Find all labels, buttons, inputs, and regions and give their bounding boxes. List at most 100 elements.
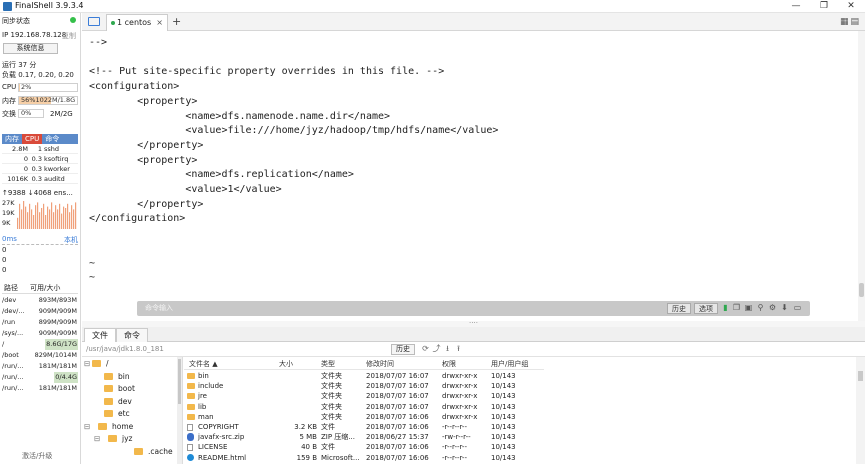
process-row[interactable]: 0 0.3 ksoftirq xyxy=(2,154,78,164)
tab-cpu[interactable]: CPU xyxy=(22,134,43,144)
folder-icon xyxy=(104,410,113,417)
tree-expander-icon[interactable]: ⊟ xyxy=(84,359,92,369)
disk-row[interactable]: /run/... 181M/181M xyxy=(2,361,78,372)
tree-node[interactable]: dev xyxy=(94,397,132,407)
process-mem: 1016K xyxy=(7,175,28,183)
close-tab-icon[interactable]: × xyxy=(156,15,163,31)
folder-open-icon[interactable] xyxy=(88,17,100,26)
disk-row[interactable]: /dev/... 909M/909M xyxy=(2,306,78,317)
disk-row[interactable]: /run/... 181M/181M xyxy=(2,383,78,394)
copy-ip-link[interactable]: 复制 xyxy=(62,31,76,41)
file-row[interactable]: jre 文件夹 2018/07/07 16:07 drwxr-xr-x 10/143 xyxy=(184,391,544,401)
tree-expander-icon[interactable]: ⊟ xyxy=(84,422,92,432)
command-input-bar[interactable]: 命令输入 历史 选项 ▮ ❐ ▣ ⚲ ⚙ ⬇ ▭ xyxy=(137,301,810,316)
file-owner: 10/143 xyxy=(491,453,516,462)
history-button[interactable]: 历史 xyxy=(667,303,691,314)
tab-files[interactable]: 文件 xyxy=(84,328,116,342)
file-row[interactable]: LICENSE 40 B 文件 2018/07/07 16:06 -r--r--r-- 1… xyxy=(184,442,544,452)
terminal-scrollbar[interactable] xyxy=(858,31,865,321)
net-bar xyxy=(63,206,65,229)
path-input[interactable]: /usr/java/jdk1.8.0_181 xyxy=(86,345,164,353)
options-button[interactable]: 选项 xyxy=(694,303,718,314)
tree-node[interactable]: bin xyxy=(94,372,130,382)
col-type[interactable]: 类型 xyxy=(321,359,335,370)
disk-row[interactable]: /run 899M/909M xyxy=(2,317,78,328)
terminal-line: <name>dfs.namenode.name.dir</name> xyxy=(89,110,391,122)
col-owner[interactable]: 用户/用户组 xyxy=(491,359,528,370)
col-modified[interactable]: 修改时间 xyxy=(366,359,394,370)
minimize-button[interactable]: — xyxy=(782,0,810,13)
scroll-thumb[interactable] xyxy=(858,371,863,381)
tree-node[interactable]: boot xyxy=(94,384,135,394)
refresh-icon[interactable]: ⟳ xyxy=(421,344,430,354)
file-row[interactable]: bin 文件夹 2018/07/07 16:07 drwxr-xr-x 10/143 xyxy=(184,371,544,381)
tree-node[interactable]: ⊟ / xyxy=(84,359,109,369)
file-list-scrollbar[interactable] xyxy=(856,357,865,464)
new-tab-button[interactable]: + xyxy=(172,15,181,28)
folder-icon xyxy=(98,422,107,430)
folder-icon xyxy=(108,435,117,442)
disk-size: 0/4.4G xyxy=(54,372,78,383)
download-icon[interactable]: ⬇ xyxy=(780,303,789,313)
disk-row[interactable]: / 8.6G/17G xyxy=(2,339,78,350)
scroll-thumb[interactable] xyxy=(178,359,181,404)
net-bar xyxy=(59,203,61,229)
process-row[interactable]: 2.8M 1 sshd xyxy=(2,144,78,154)
file-row[interactable]: javafx-src.zip 5 MB ZIP 压缩... 2018/06/27 15… xyxy=(184,432,544,442)
file-modified: 2018/06/27 15:37 xyxy=(366,433,429,442)
net-bar xyxy=(65,208,67,229)
col-permissions[interactable]: 权限 xyxy=(442,359,456,370)
tab-command[interactable]: 命令 xyxy=(42,134,62,144)
up-dir-icon[interactable]: ⤴ xyxy=(432,344,441,354)
net-bar xyxy=(41,208,43,229)
net-bar xyxy=(33,215,35,229)
restore-button[interactable]: ❐ xyxy=(810,0,838,13)
file-row[interactable]: COPYRIGHT 3.2 KB 文件 2018/07/07 16:06 -r--r--… xyxy=(184,422,544,432)
tree-node[interactable]: etc xyxy=(94,409,130,419)
activate-link[interactable]: 激活/升级 xyxy=(22,451,52,461)
download-icon[interactable]: ⭳ xyxy=(443,344,452,354)
process-mem: 0 xyxy=(23,155,28,163)
layout-toggle-icons[interactable]: ▦▤ xyxy=(840,17,861,27)
process-row[interactable]: 0 0.3 kworker xyxy=(2,164,78,174)
tree-scrollbar[interactable] xyxy=(177,357,182,464)
upload-icon[interactable]: ⭱ xyxy=(454,344,463,354)
col-size[interactable]: 大小 xyxy=(279,359,293,370)
system-info-button[interactable]: 系统信息 xyxy=(3,43,58,54)
paste-icon[interactable]: ▣ xyxy=(744,303,753,313)
scroll-thumb[interactable] xyxy=(859,283,864,297)
disk-row[interactable]: /boot 829M/1014M xyxy=(2,350,78,361)
gear-icon[interactable]: ⚙ xyxy=(768,303,777,313)
tab-mem[interactable]: 内存 xyxy=(2,134,22,144)
process-row[interactable]: 1016K 0.3 auditd xyxy=(2,174,78,184)
net-summary[interactable]: ↑9388 ↓4068 ens... xyxy=(2,189,73,197)
file-owner: 10/143 xyxy=(491,412,516,421)
file-row[interactable]: include 文件夹 2018/07/07 16:07 drwxr-xr-x 10/1… xyxy=(184,381,544,391)
tree-node[interactable]: ⊟ jyz xyxy=(94,434,132,444)
file-name: jre xyxy=(198,392,207,401)
disk-row[interactable]: /sys/... 909M/909M xyxy=(2,328,78,339)
file-row[interactable]: lib 文件夹 2018/07/07 16:07 drwxr-xr-x 10/143 xyxy=(184,402,544,412)
file-list: 文件名 ▲ 大小 类型 修改时间 权限 用户/用户组 bin 文件夹 2018/07… xyxy=(184,357,865,464)
disk-row[interactable]: /run/... 0/4.4G xyxy=(2,372,78,383)
path-history-button[interactable]: 历史 xyxy=(391,344,415,355)
file-row[interactable]: README.html 159 B Microsoft... 2018/07/07 1… xyxy=(184,453,544,463)
net-bar xyxy=(21,209,23,229)
tree-node[interactable]: ⊟ home xyxy=(84,422,133,432)
tree-expander-icon[interactable]: ⊟ xyxy=(94,434,102,444)
tree-node[interactable]: .cache xyxy=(104,447,173,457)
terminal-line: <property> xyxy=(89,154,198,166)
copy-icon[interactable]: ❐ xyxy=(732,303,741,313)
tab-session-centos[interactable]: 1 centos × xyxy=(106,14,168,31)
col-name[interactable]: 文件名 ▲ xyxy=(189,359,218,370)
terminal[interactable]: --> <!-- Put site-specific property overr… xyxy=(82,31,858,321)
search-icon[interactable]: ⚲ xyxy=(756,303,765,313)
command-input-placeholder[interactable]: 命令输入 xyxy=(145,303,173,313)
tab-commands[interactable]: 命令 xyxy=(116,328,148,342)
close-button[interactable]: ✕ xyxy=(837,0,865,13)
disk-row[interactable]: /dev 893M/893M xyxy=(2,295,78,306)
window-icon[interactable]: ▭ xyxy=(793,303,802,313)
net-bar xyxy=(73,209,75,229)
file-row[interactable]: man 文件夹 2018/07/07 16:06 drwxr-xr-x 10/143 xyxy=(184,412,544,422)
run-icon[interactable]: ▮ xyxy=(721,303,730,313)
